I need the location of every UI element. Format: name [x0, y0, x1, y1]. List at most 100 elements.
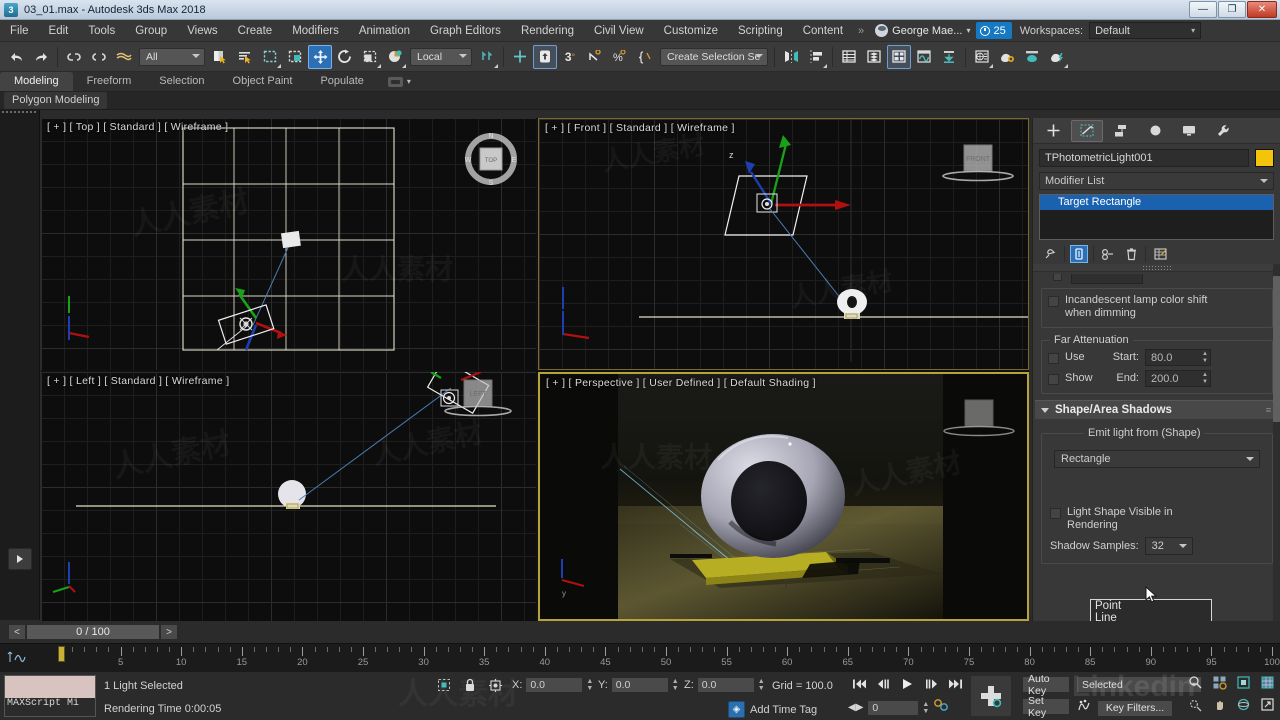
select-and-link-button[interactable]	[62, 45, 86, 69]
current-frame-field[interactable]: 0	[867, 699, 920, 716]
remove-modifier-button[interactable]	[1122, 245, 1140, 263]
menu-customize[interactable]: Customize	[654, 20, 728, 42]
viewport-perspective[interactable]: [ + ] [ Perspective ] [ User Defined ] […	[538, 372, 1029, 621]
viewport-top[interactable]: [ + ] [ Top ] [ Standard ] [ Wireframe ]	[41, 118, 536, 370]
percent-snap-toggle-button[interactable]	[583, 45, 607, 69]
viewport-label-left[interactable]: [ + ] [ Left ] [ Standard ] [ Wireframe …	[47, 375, 229, 387]
select-and-place-button[interactable]	[383, 45, 407, 69]
maxscript-mini-listener[interactable]: MAXScript Mi	[4, 675, 96, 717]
render-production-button[interactable]	[1045, 45, 1069, 69]
go-to-end-button[interactable]	[944, 675, 966, 692]
menu-edit[interactable]: Edit	[39, 20, 79, 42]
mirror-button[interactable]	[779, 45, 803, 69]
view-cube-front[interactable]: FRONT	[940, 143, 1016, 191]
ribbon-tab-modeling[interactable]: Modeling	[0, 72, 73, 91]
view-cube-perspective[interactable]: FRONT	[941, 398, 1017, 446]
menu-scripting[interactable]: Scripting	[728, 20, 793, 42]
command-panel-scrollbar[interactable]	[1273, 264, 1280, 621]
y-coordinate-group[interactable]: Y: 0.0 ▲ ▼	[598, 677, 679, 693]
zoom-region-button[interactable]	[1256, 674, 1278, 691]
make-unique-button[interactable]	[1099, 245, 1117, 263]
trial-days-badge[interactable]: 25	[976, 22, 1012, 39]
maxscript-input-area[interactable]	[5, 676, 95, 698]
modify-tab[interactable]	[1071, 119, 1103, 142]
menu-graph-editors[interactable]: Graph Editors	[420, 20, 511, 42]
orbit-button[interactable]	[1232, 696, 1254, 713]
spinner-arrows-icon[interactable]: ▲ ▼	[672, 678, 679, 692]
bind-to-space-warp-button[interactable]	[112, 45, 136, 69]
scrollbar-thumb[interactable]	[1273, 276, 1280, 422]
go-to-start-button[interactable]	[848, 675, 870, 692]
minimize-button[interactable]: —	[1189, 0, 1217, 18]
pan-view-button[interactable]	[1208, 696, 1230, 713]
add-time-tag-key-button[interactable]	[970, 675, 1012, 717]
auto-key-button[interactable]: Auto Key	[1022, 673, 1070, 697]
add-time-tag-button[interactable]: ◈ Add Time Tag	[728, 701, 817, 718]
scene-explorer-button[interactable]	[862, 45, 886, 69]
far-attenuation-use-checkbox[interactable]	[1048, 353, 1059, 364]
object-name-field[interactable]: TPhotometricLight001	[1039, 149, 1249, 167]
view-cube-top[interactable]: TOP N S E W	[462, 130, 520, 188]
menu-animation[interactable]: Animation	[349, 20, 420, 42]
ribbon-tab-object-paint[interactable]: Object Paint	[219, 72, 307, 91]
menu-overflow-icon[interactable]: »	[853, 25, 869, 37]
toggle-ribbon-button[interactable]	[887, 44, 911, 69]
viewport-label-perspective[interactable]: [ + ] [ Perspective ] [ User Defined ] […	[546, 377, 816, 389]
set-key-mode-icon[interactable]	[1076, 698, 1092, 718]
menu-civil-view[interactable]: Civil View	[584, 20, 654, 42]
motion-tab[interactable]	[1139, 120, 1171, 142]
ribbon-tab-populate[interactable]: Populate	[306, 72, 377, 91]
isolate-selection-toggle[interactable]	[434, 675, 454, 695]
view-cube-left[interactable]: LEFT	[440, 378, 516, 426]
viewport-left[interactable]: [ + ] [ Left ] [ Standard ] [ Wireframe …	[41, 372, 536, 621]
absolute-relative-mode-toggle[interactable]	[485, 675, 505, 695]
ribbon-tab-freeform[interactable]: Freeform	[73, 72, 146, 91]
spinner-arrows-icon[interactable]: ▲ ▼	[1197, 351, 1208, 364]
named-selection-sets-field[interactable]: Create Selection Se	[660, 47, 768, 66]
light-shape-visible-checkbox[interactable]	[1050, 508, 1061, 519]
close-button[interactable]: ✕	[1247, 0, 1277, 18]
menu-views[interactable]: Views	[177, 20, 227, 42]
zoom-extents-button[interactable]	[1232, 674, 1254, 691]
create-tab[interactable]	[1037, 120, 1069, 142]
redo-button[interactable]	[29, 45, 53, 69]
spinner-arrows-icon[interactable]: ▲ ▼	[1197, 372, 1208, 385]
select-and-move-button[interactable]	[308, 44, 332, 69]
key-mode-arrows-icon[interactable]: ◀▶	[848, 702, 863, 713]
menu-file[interactable]: File	[0, 20, 39, 42]
far-attenuation-end-spinner[interactable]: 200.0 ▲ ▼	[1145, 370, 1211, 387]
curve-editor-button[interactable]	[912, 45, 936, 69]
menu-content[interactable]: Content	[793, 20, 853, 42]
menu-group[interactable]: Group	[125, 20, 177, 42]
far-attenuation-show-checkbox[interactable]	[1048, 374, 1059, 385]
rectangular-selection-region-button[interactable]	[258, 45, 282, 69]
reference-coordinate-system-dropdown[interactable]: Local	[410, 47, 472, 66]
modifier-list-dropdown[interactable]: Modifier List	[1039, 172, 1274, 190]
emit-shape-option-line[interactable]: Line	[1091, 612, 1211, 621]
current-frame-group[interactable]: 0 ▲ ▼	[867, 699, 929, 716]
ribbon-subtab-polygon-modeling[interactable]: Polygon Modeling	[4, 92, 108, 109]
workspace-dropdown[interactable]: Default ▾	[1089, 22, 1202, 39]
shadow-samples-dropdown[interactable]: 32	[1144, 537, 1193, 555]
menu-create[interactable]: Create	[228, 20, 283, 42]
schematic-view-button[interactable]	[937, 45, 961, 69]
far-attenuation-start-spinner[interactable]: 80.0 ▲ ▼	[1145, 349, 1211, 366]
spinner-arrows-icon[interactable]: ▲ ▼	[758, 678, 765, 692]
display-tab[interactable]	[1173, 120, 1205, 142]
ribbon-tab-selection[interactable]: Selection	[145, 72, 218, 91]
configure-modifier-sets-button[interactable]	[1151, 245, 1169, 263]
spinner-snap-toggle-button[interactable]: %	[608, 45, 632, 69]
selection-filter-dropdown[interactable]: All	[139, 47, 205, 66]
zoom-all-button[interactable]	[1208, 674, 1230, 691]
show-end-result-button[interactable]	[1070, 245, 1088, 263]
render-setup-button[interactable]	[995, 45, 1019, 69]
use-pivot-point-center-button[interactable]	[475, 45, 499, 69]
edit-named-selection-sets-button[interactable]	[633, 45, 657, 69]
select-and-rotate-button[interactable]	[333, 45, 357, 69]
shape-area-shadows-rollout-header[interactable]: Shape/Area Shadows ≡	[1035, 400, 1279, 419]
time-configuration-button[interactable]	[933, 698, 949, 717]
select-and-scale-button[interactable]	[358, 45, 382, 69]
zoom-button[interactable]	[1184, 674, 1206, 691]
previous-frame-arrow[interactable]: <	[8, 624, 26, 640]
next-frame-button[interactable]	[920, 675, 942, 692]
